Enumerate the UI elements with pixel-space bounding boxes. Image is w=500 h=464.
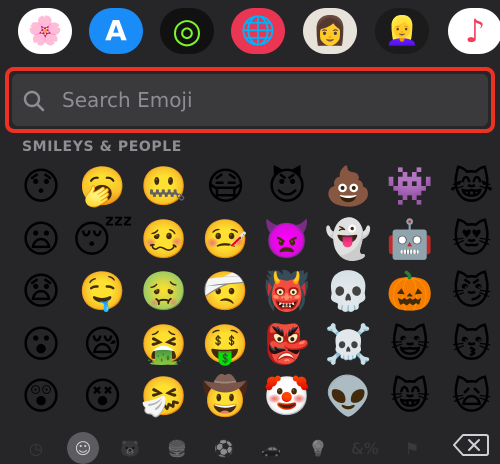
emoji-grid: 😯😦😧😮😲 🥱😴🤤😪😵 🤐🥴🤢🤮🤧 😷🤒🤕🤑🤠 😈👿👹👺🤡 💩👻💀☠️👽 👾🤖🎃😺😸 😹😻😼😽… [12,160,498,426]
fitness-icon[interactable]: ◎ [160,8,214,54]
emoji-key[interactable]: ☠️ [320,318,378,370]
emoji-key[interactable]: 😻 [443,213,500,265]
emoji-key[interactable]: 🤠 [197,370,255,422]
emoji-key[interactable]: 💀 [320,265,378,317]
emoji-key[interactable]: 😲 [12,370,70,422]
emoji-key[interactable]: 😷 [197,160,255,212]
emoji-key[interactable]: 😈 [258,160,316,212]
emoji-key[interactable]: 😺 [381,318,439,370]
emoji-key[interactable]: 🤒 [197,213,255,265]
emoji-key[interactable]: 🤡 [258,370,316,422]
emoji-key[interactable]: 👿 [258,213,316,265]
emoji-key[interactable]: 👾 [381,160,439,212]
emoji-key[interactable]: 🤖 [381,213,439,265]
memoji-stickers-icon[interactable]: 👱‍♀️ [375,8,429,54]
emoji-key[interactable]: 😮 [12,318,70,370]
emoji-key[interactable]: 😸 [381,370,439,422]
emoji-key[interactable]: 👻 [320,213,378,265]
app-store-icon[interactable]: A [89,8,143,54]
photos-icon[interactable]: 🌸 [18,8,72,54]
animals-icon[interactable]: 🐻 [114,432,146,464]
emoji-key[interactable]: 👹 [258,265,316,317]
emoji-key[interactable]: 😽 [443,318,500,370]
emoji-key[interactable]: 😹 [443,160,500,212]
emoji-key[interactable]: 🥴 [135,213,193,265]
emoji-key[interactable]: 😧 [12,265,70,317]
emoji-key[interactable]: 👺 [258,318,316,370]
objects-icon[interactable]: 💡 [302,432,334,464]
search-input[interactable] [62,80,462,120]
music-icon[interactable]: ♪ [448,8,500,54]
emoji-key[interactable]: 🤮 [135,318,193,370]
emoji-key[interactable]: 🤐 [135,160,193,212]
emoji-key[interactable]: 🤢 [135,265,193,317]
emoji-key[interactable]: 😴 [74,213,132,265]
emoji-key[interactable]: 😵 [74,370,132,422]
emoji-key[interactable]: 🤧 [135,370,193,422]
emoji-key[interactable]: 😼 [443,265,500,317]
category-bar: ◷☺🐻🍔⚽🚗💡&%⚑ [0,428,500,459]
web-images-icon[interactable]: 🌐 [231,8,285,54]
backspace-icon[interactable] [453,434,489,456]
emoji-key[interactable]: 👽 [320,370,378,422]
search-icon [22,89,46,113]
emoji-key[interactable]: 💩 [320,160,378,212]
emoji-key[interactable]: 😦 [12,213,70,265]
emoji-key[interactable]: 🤑 [197,318,255,370]
emoji-key[interactable]: 🤕 [197,265,255,317]
recent-icon[interactable]: ◷ [20,432,52,464]
emoji-key[interactable]: 🥱 [74,160,132,212]
section-title: SMILEYS & PEOPLE [22,139,182,155]
symbols-icon[interactable]: &% [349,432,381,464]
emoji-key[interactable]: 😯 [12,160,70,212]
activity-icon[interactable]: ⚽ [208,432,240,464]
emoji-key[interactable]: 🎃 [381,265,439,317]
flags-icon[interactable]: ⚑ [396,432,428,464]
app-strip: 🌸 A ◎ 🌐 👩 👱‍♀️ ♪ [0,0,500,60]
travel-icon[interactable]: 🚗 [255,432,287,464]
emoji-key[interactable]: 🤤 [74,265,132,317]
emoji-key[interactable]: 😪 [74,318,132,370]
food-icon[interactable]: 🍔 [161,432,193,464]
memoji-icon[interactable]: 👩 [303,8,357,54]
emoji-key[interactable]: 🙀 [443,370,500,422]
smileys-icon[interactable]: ☺ [67,432,99,464]
